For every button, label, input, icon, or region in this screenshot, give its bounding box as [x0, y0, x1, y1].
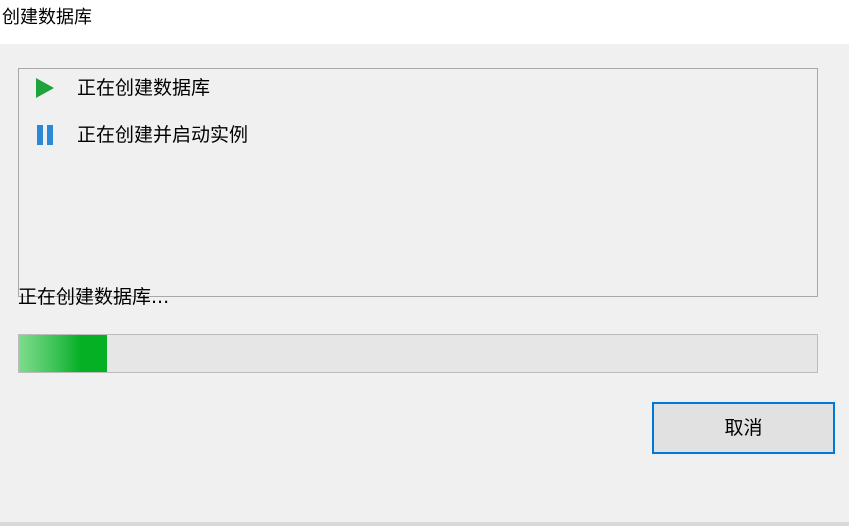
play-icon: [35, 77, 55, 99]
cancel-button[interactable]: 取消: [652, 402, 835, 454]
cancel-button-label: 取消: [724, 417, 763, 439]
window-title: 创建数据库: [2, 7, 92, 28]
pause-icon: [35, 124, 55, 146]
task-label: 正在创建并启动实例: [77, 124, 249, 146]
progress-bar: [18, 334, 818, 373]
title-bar: 创建数据库: [0, 0, 849, 44]
task-list: 正在创建数据库 正在创建并启动实例: [18, 68, 818, 297]
progress-fill: [19, 335, 107, 372]
status-text: 正在创建数据库...: [18, 286, 170, 308]
dialog-bottom-edge: [0, 522, 849, 526]
task-label: 正在创建数据库: [77, 77, 211, 99]
task-item-start-instance: 正在创建并启动实例: [35, 120, 248, 150]
task-item-create-database: 正在创建数据库: [35, 73, 210, 103]
